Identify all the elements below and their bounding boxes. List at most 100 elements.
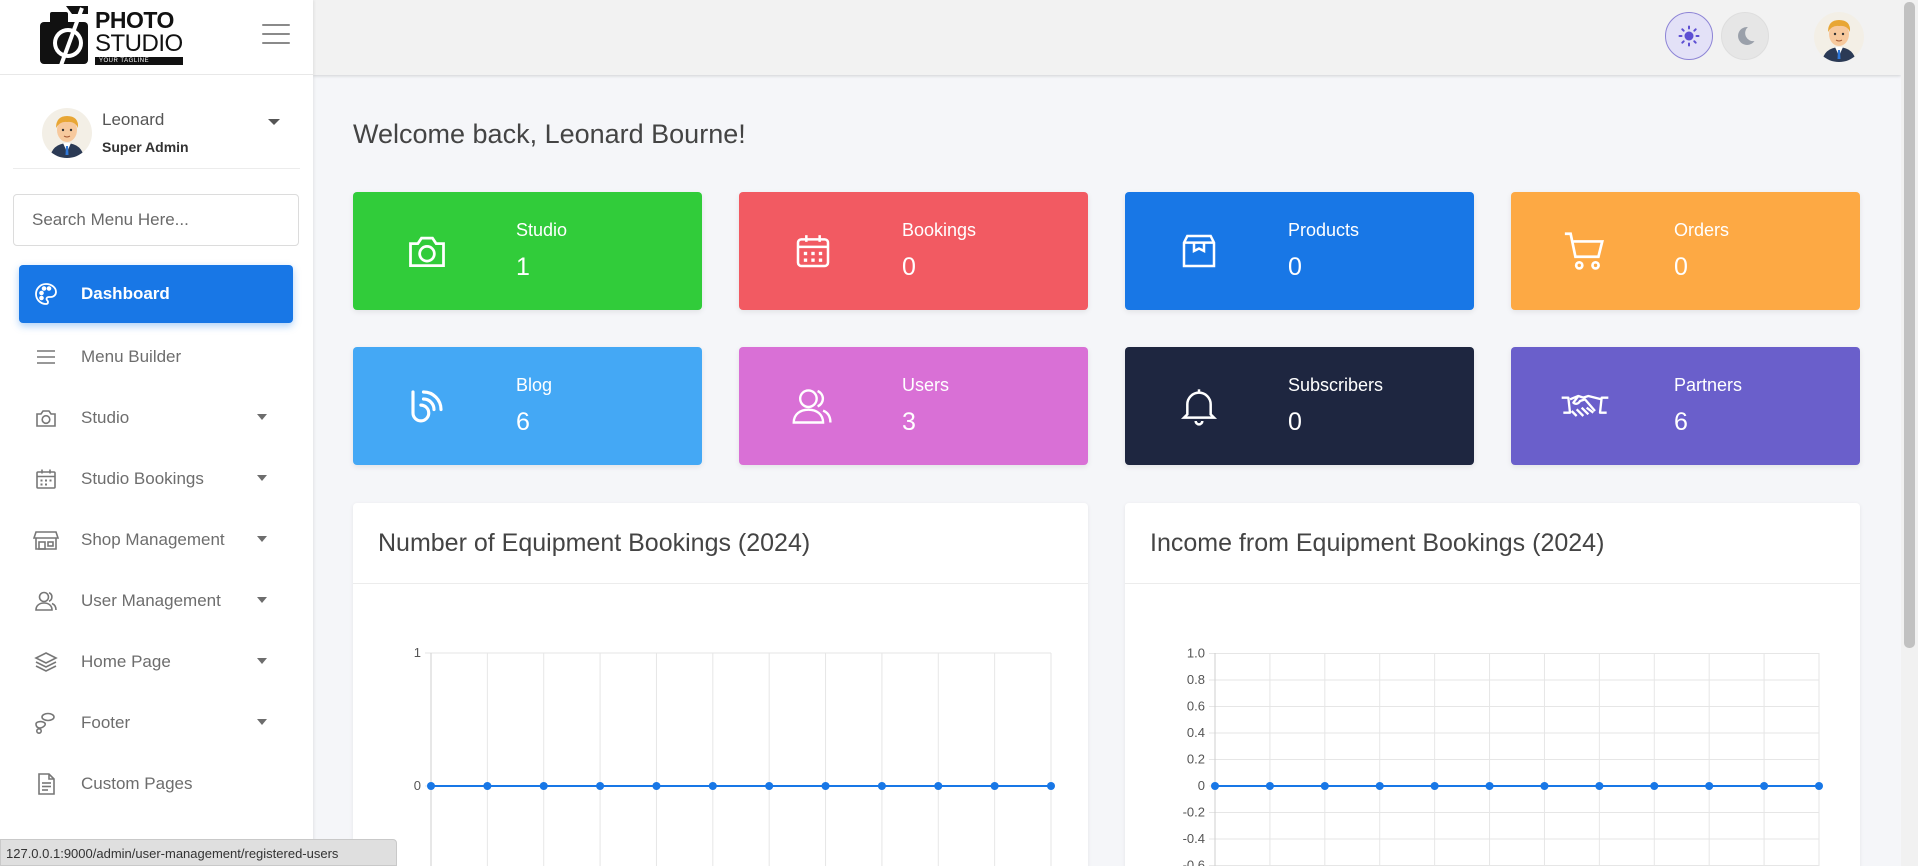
stat-value: 0 — [902, 253, 916, 281]
data-point — [652, 782, 661, 790]
data-point — [1265, 782, 1274, 790]
stat-value: 0 — [1288, 408, 1302, 436]
chevron-down-icon[interactable] — [257, 719, 267, 725]
sidebar-item-dashboard[interactable]: Dashboard — [19, 265, 293, 323]
chevron-down-icon[interactable] — [257, 536, 267, 542]
stat-label: Partners — [1674, 375, 1743, 395]
sidebar-item-footer[interactable]: Footer — [0, 692, 313, 753]
y-tick-label: -0.2 — [1183, 805, 1205, 820]
data-point — [708, 782, 717, 790]
menu-icon — [33, 344, 59, 370]
menu-search-input[interactable] — [13, 194, 299, 246]
hamburger-menu-icon[interactable] — [262, 22, 290, 46]
data-point — [1540, 782, 1549, 790]
stat-label: Users — [902, 375, 950, 395]
sidebar-item-custom-pages[interactable]: Custom Pages — [0, 753, 313, 814]
sidebar-item-label: Menu Builder — [81, 346, 182, 366]
user-avatar — [42, 107, 92, 158]
stat-label: Blog — [516, 375, 553, 395]
sidebar-item-studio[interactable]: Studio — [0, 387, 313, 448]
y-tick-label: 0.4 — [1187, 725, 1205, 740]
logo-camera-icon — [38, 4, 92, 70]
moon-icon — [1738, 26, 1755, 45]
users-icon — [788, 381, 838, 431]
y-tick-label: 1.0 — [1187, 646, 1205, 661]
sidebar-menu: Dashboard Menu Builder Studio Studio Boo… — [0, 265, 313, 814]
data-point — [427, 782, 435, 790]
logo[interactable]: PHOTO STUDIO YOUR TAGLINE — [38, 4, 183, 70]
cart-icon — [1560, 226, 1610, 276]
data-point — [934, 782, 943, 790]
user-panel[interactable]: Leonard Super Admin — [13, 75, 300, 169]
sidebar-item-label: Footer — [81, 712, 131, 732]
sidebar-item-label: User Management — [81, 590, 221, 610]
stat-card-users[interactable]: Users 3 — [739, 347, 1088, 465]
data-point — [1760, 782, 1769, 790]
page-scrollbar[interactable] — [1901, 0, 1918, 866]
chart-panel-income: Income from Equipment Bookings (2024) 1.… — [1125, 503, 1860, 866]
sidebar-item-shop-management[interactable]: Shop Management — [0, 509, 313, 570]
stat-label: Bookings — [902, 220, 977, 240]
stat-card-orders[interactable]: Orders 0 — [1511, 192, 1860, 310]
sidebar-item-label: Studio Bookings — [81, 468, 204, 488]
sidebar-item-menu-builder[interactable]: Menu Builder — [0, 326, 313, 387]
stat-label: Orders — [1674, 220, 1730, 240]
data-point — [539, 782, 548, 790]
stat-value: 0 — [1674, 253, 1688, 281]
data-point — [1375, 782, 1384, 790]
data-point — [821, 782, 830, 790]
bookings-line-chart: 10 — [414, 645, 1055, 866]
data-point — [990, 782, 999, 790]
sidebar-item-studio-bookings[interactable]: Studio Bookings — [0, 448, 313, 509]
stat-value: 6 — [1674, 408, 1688, 436]
users-icon — [33, 588, 59, 614]
data-point — [1047, 782, 1055, 790]
main-content: Welcome back, Leonard Bourne! Studio 1 B… — [313, 75, 1901, 866]
stat-value: 0 — [1288, 253, 1302, 281]
user-dropdown-caret-icon[interactable] — [268, 119, 280, 125]
stat-card-blog[interactable]: Blog 6 — [353, 347, 702, 465]
logo-line-1: PHOTO — [95, 7, 174, 33]
palette-icon — [33, 281, 59, 307]
camera-icon — [33, 405, 59, 431]
data-point — [1485, 782, 1494, 790]
chart-panel-bookings: Number of Equipment Bookings (2024) 10 — [353, 503, 1088, 866]
sidebar-item-label: Studio — [81, 407, 130, 427]
profile-avatar[interactable] — [1814, 12, 1864, 62]
chevron-down-icon[interactable] — [257, 414, 267, 420]
data-point — [1595, 782, 1604, 790]
stat-card-bookings[interactable]: Bookings 0 — [739, 192, 1088, 310]
y-tick-label: 0 — [1198, 778, 1205, 793]
stat-card-products[interactable]: Products 0 — [1125, 192, 1474, 310]
dark-mode-button[interactable] — [1721, 12, 1769, 60]
chevron-down-icon[interactable] — [257, 475, 267, 481]
footer-icon — [33, 710, 59, 736]
handshake-icon — [1560, 381, 1610, 431]
data-point — [765, 782, 774, 790]
brand-area: PHOTO STUDIO YOUR TAGLINE — [0, 0, 313, 75]
data-point — [1705, 782, 1714, 790]
stat-label: Subscribers — [1288, 375, 1384, 395]
stat-card-partners[interactable]: Partners 6 — [1511, 347, 1860, 465]
sidebar-item-user-management[interactable]: User Management — [0, 570, 313, 631]
layers-icon — [33, 649, 59, 675]
stat-value: 1 — [516, 253, 530, 281]
logo-tagline: YOUR TAGLINE — [95, 57, 183, 65]
sidebar-item-label: Dashboard — [81, 284, 170, 303]
scrollbar-thumb[interactable] — [1904, 2, 1915, 648]
stat-value: 6 — [516, 408, 530, 436]
calendar-icon — [33, 466, 59, 492]
y-tick-label: 0 — [414, 778, 421, 793]
user-role: Super Admin — [102, 139, 189, 155]
stat-card-studio[interactable]: Studio 1 — [353, 192, 702, 310]
chevron-down-icon[interactable] — [257, 658, 267, 664]
stat-card-subscribers[interactable]: Subscribers 0 — [1125, 347, 1474, 465]
income-line-chart: 1.00.80.60.40.20-0.2-0.4-0.6-0.8 — [1183, 646, 1823, 866]
camera-icon — [402, 226, 452, 276]
y-tick-label: 1 — [414, 645, 421, 660]
light-mode-button[interactable] — [1665, 12, 1713, 60]
sidebar-item-label: Shop Management — [81, 529, 225, 549]
sidebar-item-home-page[interactable]: Home Page — [0, 631, 313, 692]
chevron-down-icon[interactable] — [257, 597, 267, 603]
data-point — [1430, 782, 1439, 790]
